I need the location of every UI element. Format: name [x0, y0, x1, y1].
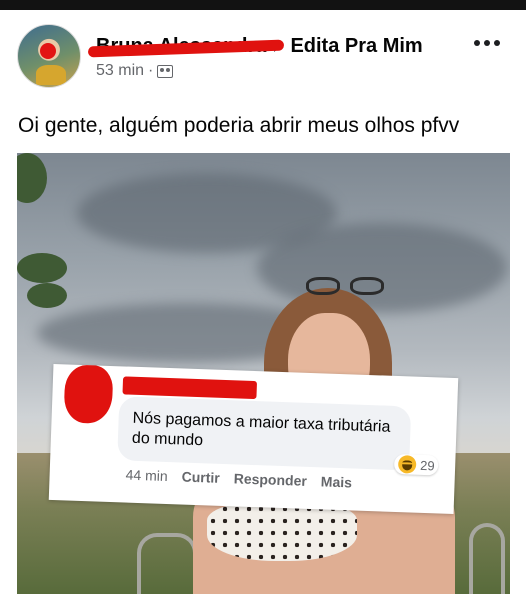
post-header: Bruna Alessandra Edita Pra Mim [87, 32, 423, 60]
avatar-redaction-mark [40, 43, 56, 59]
comment-actions: 44 min Curtir Responder Mais [125, 467, 352, 491]
sunglasses [306, 277, 392, 303]
leopard-top [207, 503, 357, 561]
group-name[interactable]: Edita Pra Mim [290, 35, 422, 58]
avatar-scarf [36, 65, 66, 85]
screenshot-frame: Bruna Alessandra Edita Pra Mim 53 min · … [0, 0, 526, 598]
post-text: Oi gente, alguém poderia abrir meus olho… [18, 114, 460, 137]
comment-text: Nós pagamos a maior taxa tributária do m… [131, 409, 391, 450]
haha-icon [397, 455, 417, 474]
more-options-icon[interactable] [474, 40, 500, 46]
chair-railing [137, 533, 197, 594]
status-bar [0, 0, 526, 10]
reply-button[interactable]: Responder [233, 470, 307, 489]
reaction-badge[interactable]: 29 [393, 453, 440, 476]
post-time[interactable]: 53 min [96, 62, 144, 80]
author-avatar[interactable] [17, 24, 81, 88]
comment-time: 44 min [125, 466, 168, 485]
reaction-count: 29 [419, 457, 435, 473]
meta-separator: · [148, 62, 154, 79]
like-button[interactable]: Curtir [181, 469, 220, 486]
comment-bubble: Nós pagamos a maior taxa tributária do m… [117, 396, 412, 471]
more-button[interactable]: Mais [321, 473, 353, 490]
chair-railing [469, 523, 505, 594]
commenter-name-redaction [122, 376, 258, 400]
post-meta: 53 min · [96, 62, 174, 80]
tree [17, 153, 87, 333]
comment-screenshot: Nós pagamos a maior taxa tributária do m… [48, 363, 459, 515]
commenter-avatar-redaction [63, 364, 114, 425]
group-audience-icon [157, 64, 174, 78]
